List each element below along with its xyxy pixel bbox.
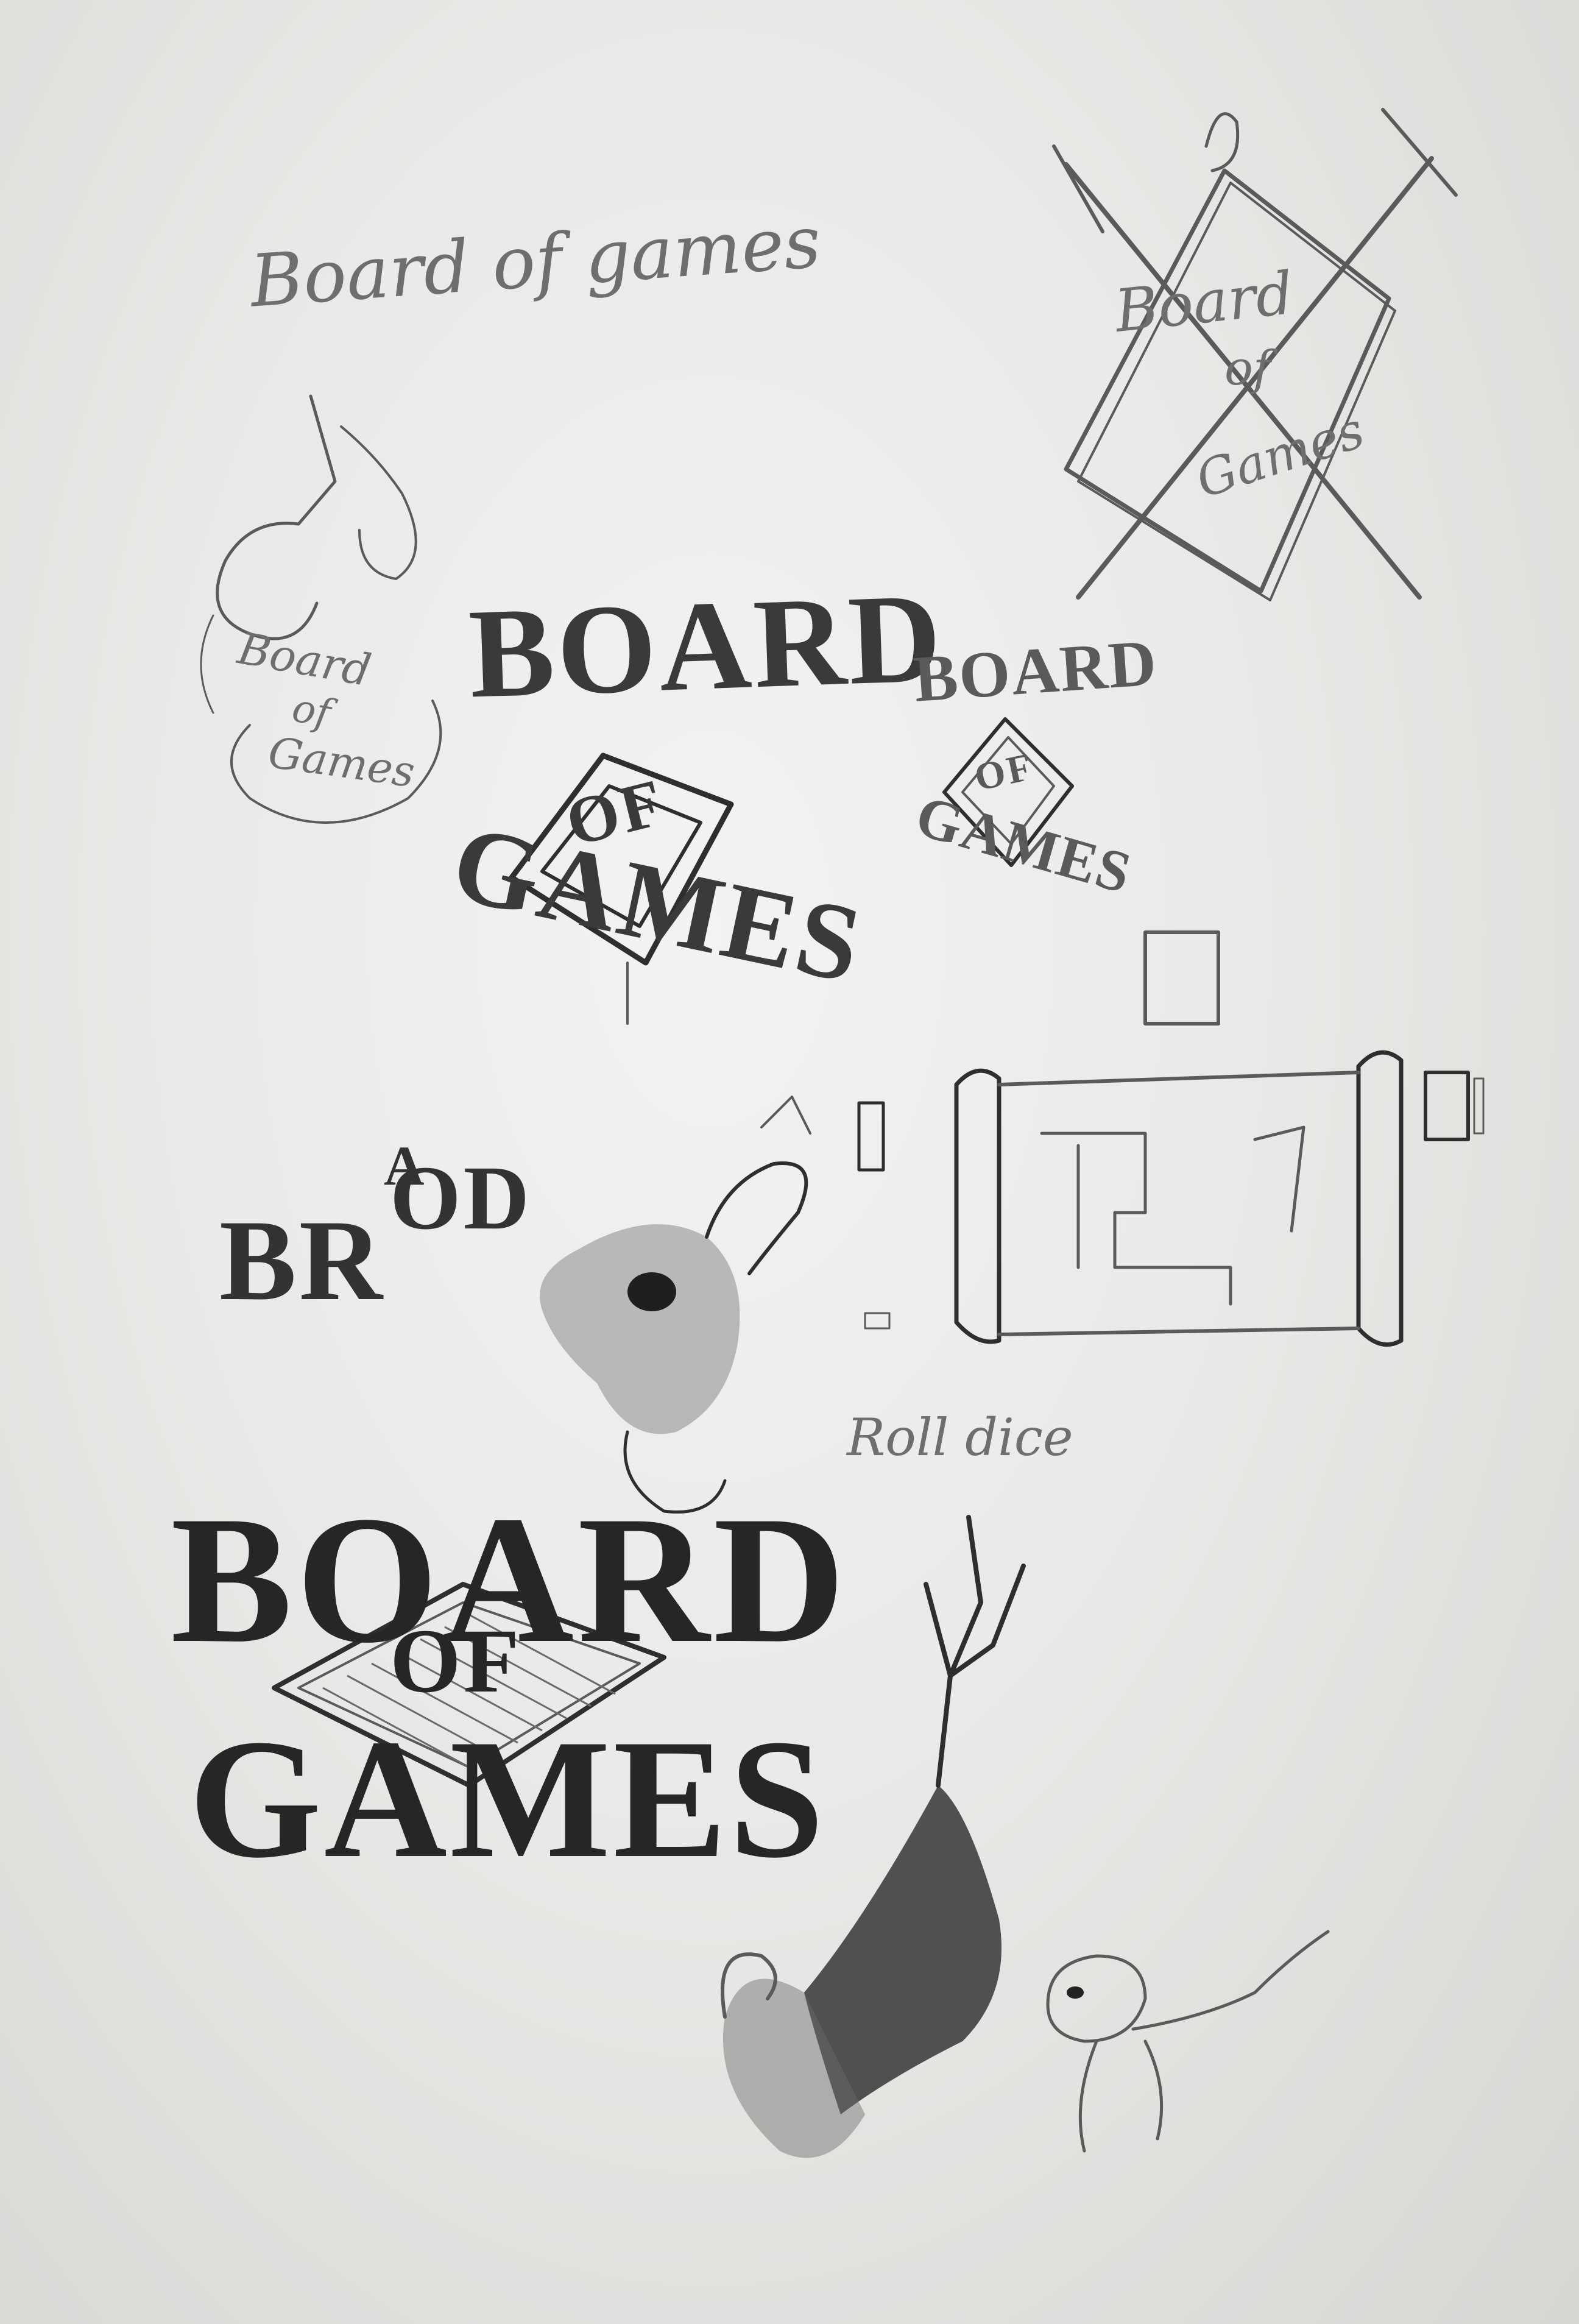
- shield-word-of: of: [1224, 341, 1271, 396]
- sketch-paper: Board of games Board of Games Board of G…: [0, 0, 1579, 2324]
- brod-word-br: BR: [219, 1197, 385, 1325]
- scroll-word-of: of: [289, 686, 334, 737]
- tree-scroll-drawing: [721, 1515, 1330, 2158]
- small-diamond-word-board: BOARD: [911, 626, 1160, 716]
- roll-dice-label: Roll dice: [847, 1408, 1073, 1467]
- large-diamond-word-board: BOARD: [467, 567, 946, 725]
- dice-marks-drawing: [857, 1101, 891, 1330]
- script-title: Board of games: [247, 199, 824, 324]
- dragon-head-drawing: [540, 1096, 811, 1514]
- dragon-scroll-drawing: [200, 394, 442, 824]
- final-logo-word-of: OF: [390, 1610, 522, 1712]
- dungeon-scroll-drawing: [954, 930, 1485, 1347]
